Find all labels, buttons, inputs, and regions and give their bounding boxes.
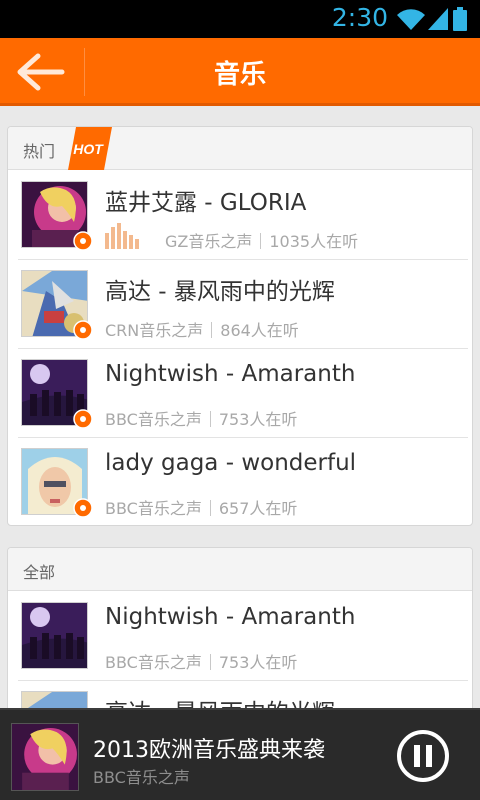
hot-section-header: 热门 HOT	[8, 127, 472, 170]
radio-icon	[73, 320, 93, 340]
item-meta: CRN音乐之声 864人在听	[105, 317, 299, 341]
station-name: BBC音乐之声	[105, 653, 202, 672]
listener-count: 1035人在听	[269, 232, 359, 251]
song-title: 蓝井艾露 - GLORIA	[105, 190, 307, 216]
hot-section-label: 热门	[23, 142, 56, 161]
listener-count: 657人在听	[218, 499, 298, 518]
wifi-icon	[397, 9, 425, 30]
radio-icon	[73, 231, 93, 251]
pause-icon[interactable]	[396, 729, 450, 783]
item-meta: BBC音乐之声 753人在听	[105, 649, 297, 673]
album-cover	[21, 602, 88, 669]
listener-count: 753人在听	[218, 653, 298, 672]
item-meta: GZ音乐之声 1035人在听	[165, 228, 358, 252]
now-playing-cover	[11, 723, 79, 791]
list-item[interactable]: 高达 - 暴风雨中的光辉 CRN音乐之声 864人在听	[18, 260, 468, 349]
station-name: BBC音乐之声	[105, 410, 202, 429]
now-playing-station: BBC音乐之声	[93, 768, 190, 787]
list-item[interactable]: Nightwish - Amaranth BBC音乐之声 753人在听	[18, 592, 468, 681]
all-section: 全部 Nightwish - Amaranth BBC音乐之声 753人在听	[7, 547, 473, 717]
station-name: GZ音乐之声	[165, 232, 253, 251]
list-item[interactable]: Nightwish - Amaranth BBC音乐之声 753人在听	[18, 349, 468, 438]
clock: 2:30	[331, 3, 388, 32]
hot-badge: HOT	[68, 127, 112, 170]
item-meta: BBC音乐之声 753人在听	[105, 406, 297, 430]
svg-text:HOT: HOT	[73, 141, 104, 157]
station-name: BBC音乐之声	[105, 499, 202, 518]
playing-bars-icon	[105, 223, 139, 249]
song-title: Nightwish - Amaranth	[105, 604, 356, 630]
song-title: lady gaga - wonderful	[105, 450, 357, 476]
radio-icon	[73, 498, 93, 518]
now-playing-bar[interactable]: 2013欧洲音乐盛典来袭 BBC音乐之声	[0, 708, 480, 800]
station-name: CRN音乐之声	[105, 321, 204, 340]
status-bar: 2:30	[0, 0, 480, 38]
list-item[interactable]: lady gaga - wonderful BBC音乐之声 657人在听	[18, 438, 468, 525]
listener-count: 864人在听	[220, 321, 299, 340]
title-bar: 音乐	[0, 38, 480, 106]
hot-section: 热门 HOT 蓝井艾露 - GLORIA GZ音乐之声 1035人在听 高达 -…	[7, 126, 473, 526]
song-title: 高达 - 暴风雨中的光辉	[105, 279, 335, 305]
page-title: 音乐	[213, 60, 266, 90]
radio-icon	[73, 409, 93, 429]
now-playing-title: 2013欧洲音乐盛典来袭	[93, 738, 325, 763]
battery-icon	[453, 7, 467, 31]
all-section-label: 全部	[23, 563, 56, 582]
item-meta: BBC音乐之声 657人在听	[105, 495, 297, 519]
listener-count: 753人在听	[218, 410, 298, 429]
song-title: Nightwish - Amaranth	[105, 361, 356, 387]
signal-icon	[428, 8, 448, 30]
all-section-header: 全部	[8, 548, 472, 591]
list-item[interactable]: 蓝井艾露 - GLORIA GZ音乐之声 1035人在听	[18, 171, 468, 260]
